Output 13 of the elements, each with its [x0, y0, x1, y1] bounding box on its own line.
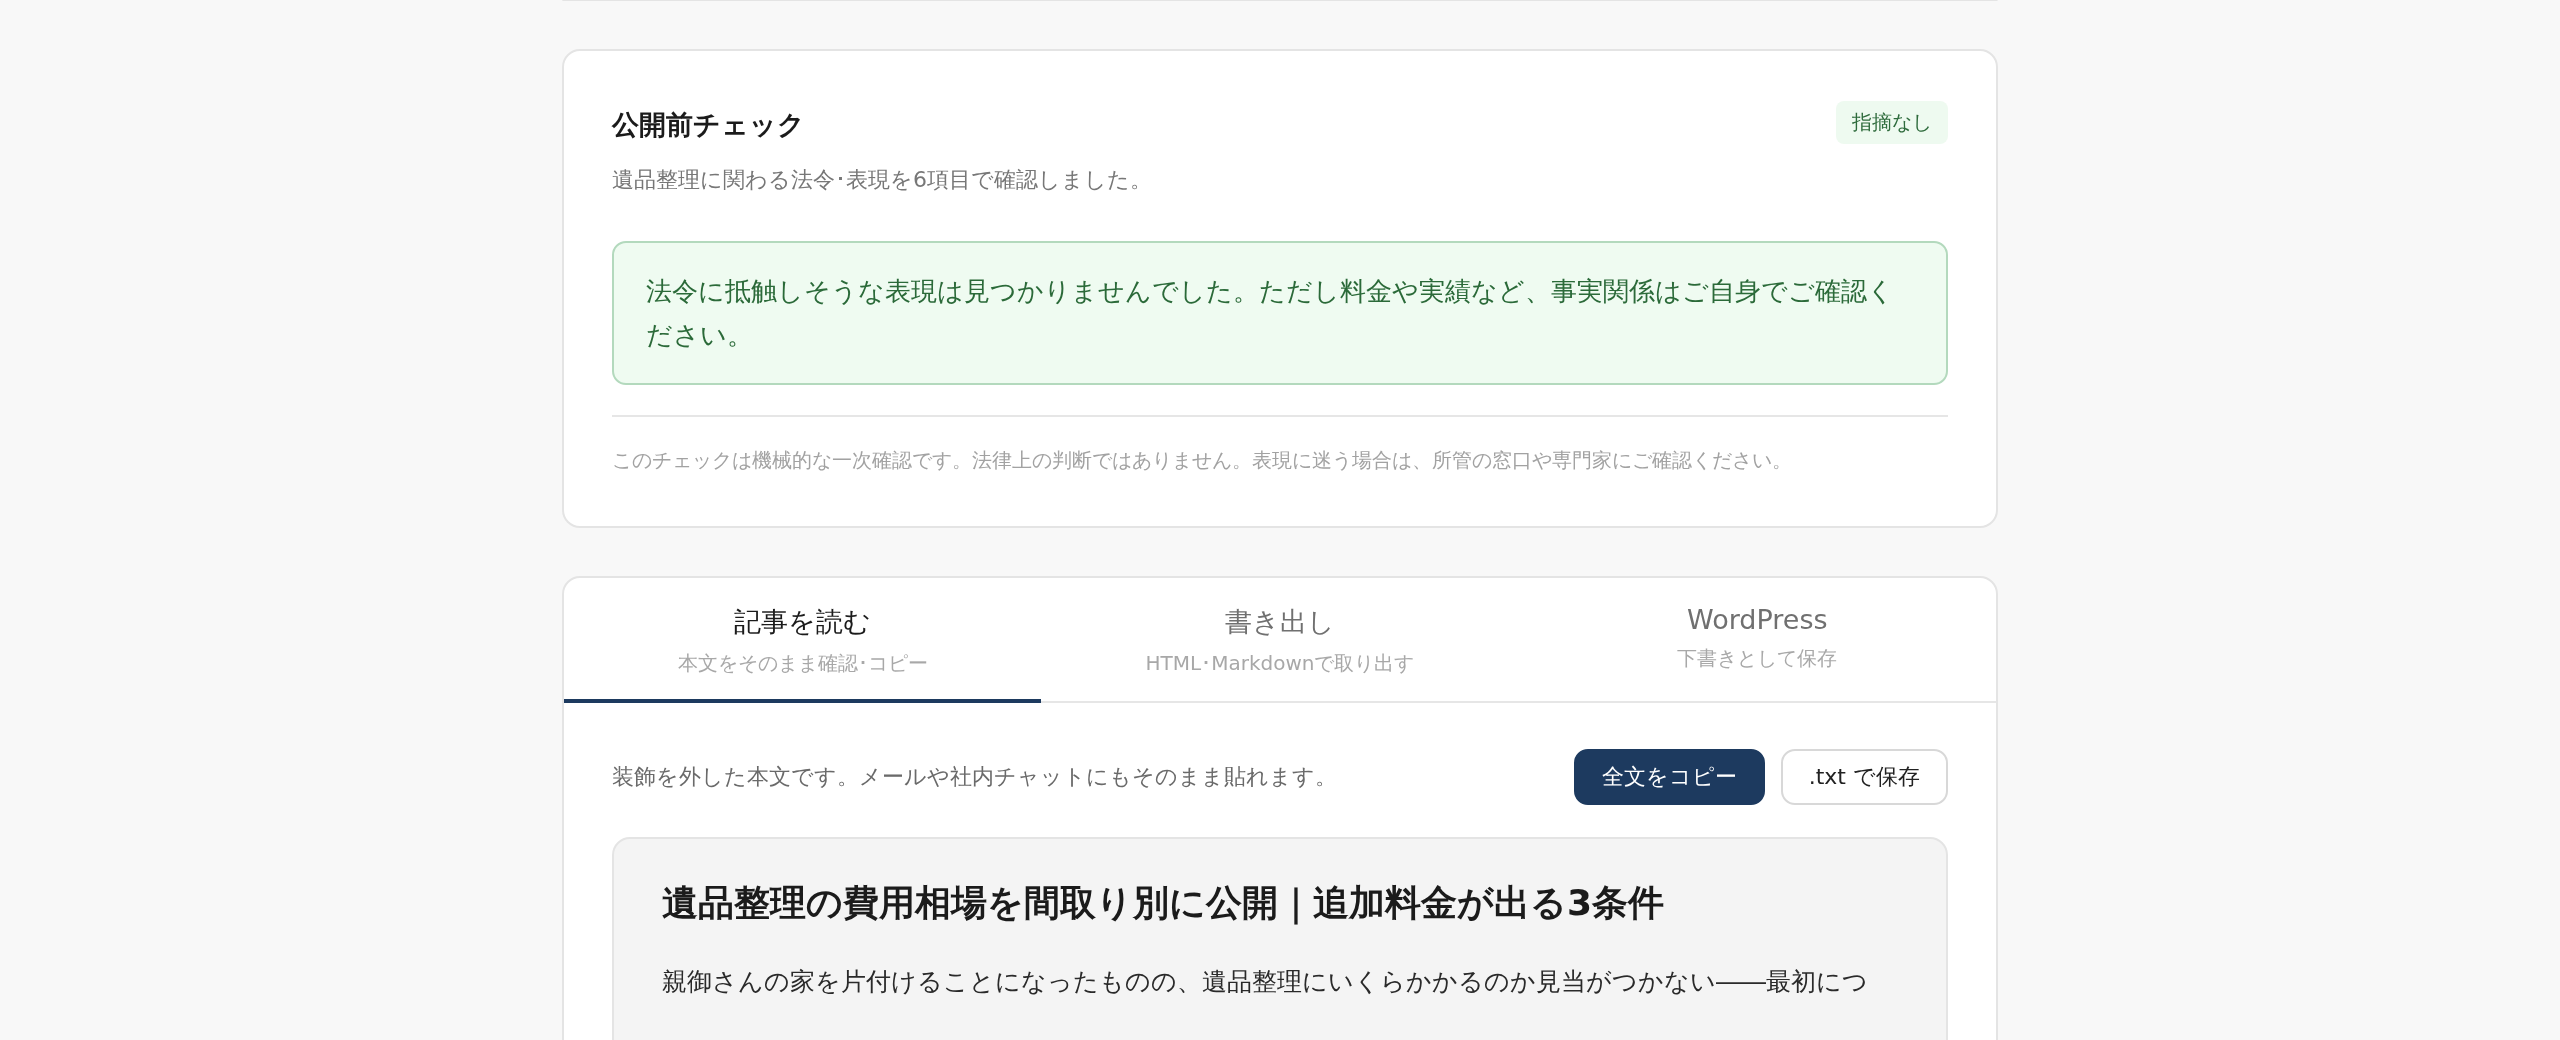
article-title: 遺品整理の費用相場を間取り別に公開｜追加料金が出る3条件: [662, 881, 1666, 927]
save-button[interactable]: .txt で保存: [1780, 749, 1948, 806]
article-paragraph: 親御さんの家を片付けることになったものの、遺品整理にいくらかかるのか見当がつかない――最初につ: [662, 966, 1869, 999]
tab[interactable]: 書き出し HTML･Markdownで取り出す: [1041, 578, 1519, 704]
panel-description: 装飾を外した本文です。メールや社内チャットにもそのまま貼れます。: [612, 763, 1337, 792]
tab[interactable]: 記事を読む 本文をそのまま確認･コピー: [564, 578, 1042, 704]
status-badge: 指摘なし: [1836, 101, 1948, 144]
copy-button[interactable]: 全文をコピー: [1573, 749, 1765, 806]
disclaimer-text: このチェックは機械的な一次確認です。法律上の判断ではありません。表現に迷う場合は、所管の窓口や専門家にご確認ください。: [612, 447, 1793, 475]
tab[interactable]: WordPress 下書きとして保存: [1518, 578, 1996, 704]
card-title: 公開前チェック: [612, 108, 806, 142]
result-message: 法令に抵触しそうな表現は見つかりませんでした。ただし料金や実績など、事実関係はご自身でご確認ください。: [612, 241, 1948, 386]
card-subtitle: 遺品整理に関わる法令･表現を6項目で確認しました。: [612, 166, 1152, 194]
